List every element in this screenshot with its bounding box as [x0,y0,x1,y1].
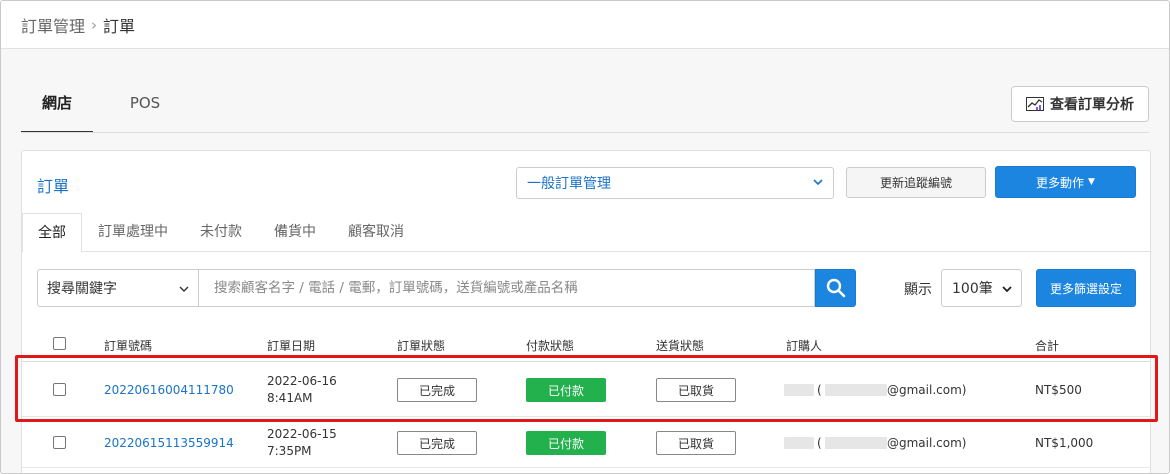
channel-tabs: 網店 POS [21,81,197,133]
order-number-link[interactable]: 20220615113559914 [104,436,234,450]
delivery-status-badge: 已取貨 [656,378,736,402]
table-header: 訂單號碼 訂單日期 訂單狀態 付款狀態 送貨狀態 訂購人 合計 [22,326,1150,362]
order-date-time: 7:35PM [267,444,312,458]
more-actions-button[interactable]: 更多動作 ▼ [995,166,1136,198]
tab-all[interactable]: 全部 [22,213,82,253]
panel-title: 訂單 [37,177,70,196]
redacted-name [784,437,814,449]
more-actions-label: 更多動作 [1036,175,1085,190]
view-order-analysis-button[interactable]: 查看訂單分析 [1011,86,1149,122]
breadcrumb-separator: › [91,15,98,34]
customer-email: @gmail.com) [887,436,967,450]
order-status-badge: 已完成 [397,431,477,455]
payment-status-badge: 已付款 [526,431,606,455]
show-label: 顯示 [904,282,932,298]
breadcrumb-current: 訂單 [103,16,136,36]
order-date-day: 2022-06-15 [267,427,337,441]
table-row: 20220615113559914 2022-06-15 7:35PM 已完成 … [22,418,1150,468]
customer-email: @gmail.com) [887,383,967,397]
tab-preparing[interactable]: 備貨中 [258,213,332,251]
order-type-select[interactable]: 一般訂單管理 [516,167,834,199]
more-filters-button[interactable]: 更多篩選設定 [1036,269,1136,307]
select-all-checkbox[interactable] [53,337,66,350]
redacted-email [825,384,887,396]
redacted-name [784,384,814,396]
status-tabs: 全部 訂單處理中 未付款 備貨中 顧客取消 [22,213,1150,253]
order-date-day: 2022-06-16 [267,374,337,388]
chevron-down-icon [179,286,189,292]
breadcrumb: 訂單管理 › 訂單 [1,1,1169,49]
delivery-status-badge: 已取貨 [656,431,736,455]
orders-panel: 訂單 一般訂單管理 更新追蹤編號 更多動作 ▼ 全部 訂單處理中 未付款 備貨中… [21,150,1151,473]
search-field-value: 搜尋關鍵字 [47,281,117,297]
search-icon [826,278,845,298]
column-header: 付款狀態 [526,339,575,353]
search-input[interactable] [198,269,815,307]
search-field-select[interactable]: 搜尋關鍵字 [37,269,198,307]
search-button[interactable] [815,269,856,307]
per-page-value: 100筆 [952,281,993,297]
tab-processing[interactable]: 訂單處理中 [82,213,184,251]
column-header[interactable]: 合計 [1035,337,1059,354]
row-checkbox[interactable] [53,436,66,449]
order-number-link[interactable]: 20220616004111780 [104,383,234,397]
payment-status-badge: 已付款 [526,378,606,402]
per-page-select[interactable]: 100筆 [941,269,1022,307]
order-date-time: 8:41AM [267,391,313,405]
chevron-down-icon [813,179,823,186]
chevron-down-icon [1002,286,1012,293]
order-status-badge: 已完成 [397,378,477,402]
update-tracking-button[interactable]: 更新追蹤編號 [846,167,986,198]
tab-online-store[interactable]: 網店 [21,81,93,133]
column-header: 送貨狀態 [656,339,705,353]
tab-unpaid[interactable]: 未付款 [184,213,258,251]
row-checkbox[interactable] [53,383,66,396]
tab-customer-cancelled[interactable]: 顧客取消 [332,213,420,251]
column-header: 訂單狀態 [397,339,446,353]
search-bar: 搜尋關鍵字 [37,269,856,307]
column-header[interactable]: 訂單日期 [267,337,315,354]
customer-paren: ( [817,436,822,450]
chart-icon [1026,97,1044,111]
order-total: NT$1,000 [1035,436,1094,450]
order-type-value: 一般訂單管理 [527,176,611,192]
app-frame: 訂單管理 › 訂單 網店 POS 查看訂單分析 訂單 一般訂單管理 更新追蹤編號… [0,0,1170,474]
tab-pos[interactable]: POS [109,81,181,133]
order-date: 2022-06-16 8:41AM [267,373,337,407]
breadcrumb-parent-link[interactable]: 訂單管理 [21,13,85,37]
column-header[interactable]: 訂單號碼 [104,337,152,354]
view-order-analysis-label: 查看訂單分析 [1050,97,1134,113]
order-date: 2022-06-15 7:35PM [267,426,337,460]
tabs-divider [21,132,1149,133]
redacted-email [825,437,887,449]
column-header: 訂購人 [786,339,823,353]
caret-down-icon: ▼ [1088,177,1095,187]
customer-paren: ( [817,383,822,397]
order-total: NT$500 [1035,383,1082,397]
table-row: 20220616004111780 2022-06-16 8:41AM 已完成 … [22,363,1150,417]
